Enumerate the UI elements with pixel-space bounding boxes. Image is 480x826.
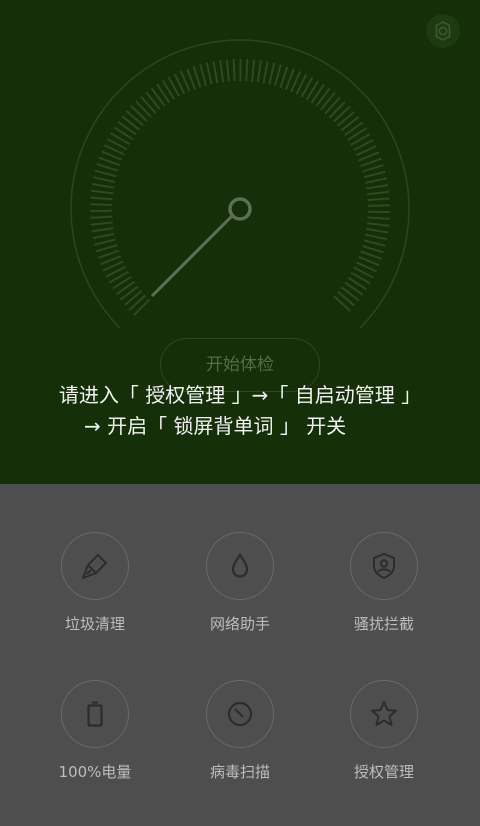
gauge-tick — [125, 110, 144, 127]
gauge-tick — [324, 96, 341, 115]
gauge-tick — [245, 59, 249, 82]
gauge-tick — [365, 177, 388, 184]
gauge-tick — [90, 196, 113, 201]
gauge-tick — [90, 215, 113, 219]
gauge-tick — [365, 233, 388, 241]
gauge-needle — [150, 214, 234, 298]
grid-label: 授权管理 — [353, 763, 414, 781]
gauge-tick — [95, 244, 118, 253]
gauge-tick — [262, 61, 269, 84]
gauge-tick — [367, 190, 390, 196]
grid-label: 垃圾清理 — [64, 615, 125, 633]
gauge-tick — [362, 164, 384, 173]
star-icon — [371, 701, 397, 726]
gauge-tick — [360, 250, 382, 260]
gauge-tick — [336, 111, 355, 127]
gauge-tick — [366, 184, 389, 190]
gauge-tick — [124, 290, 143, 306]
gauge-tick — [96, 163, 119, 172]
gauge-tick — [268, 62, 276, 85]
gauge-tick — [337, 290, 356, 307]
block-circle[interactable] — [350, 532, 418, 600]
grid-label: 网络助手 — [209, 615, 270, 633]
gauge-tick — [225, 59, 230, 82]
gauge-tick — [91, 227, 114, 233]
battery-icon — [87, 701, 103, 727]
gauge-tick — [360, 157, 382, 168]
grid-label: 骚扰拦截 — [353, 615, 414, 633]
grid-item-cleanup[interactable]: 垃圾清理 — [25, 532, 165, 634]
gauge-tick — [333, 295, 351, 312]
grid-item-permissions[interactable]: 授权管理 — [314, 680, 454, 782]
gauge-tick — [212, 61, 219, 84]
gauge-tick — [133, 298, 151, 316]
drop-icon — [231, 553, 249, 578]
gauge-tick — [340, 116, 360, 132]
gauge-tick — [135, 100, 152, 118]
gauge-tick — [232, 59, 236, 82]
gauge-tick — [273, 64, 282, 87]
gauge-tick — [328, 101, 346, 119]
grid-item-network[interactable]: 网络助手 — [170, 532, 310, 634]
gauge-tick — [92, 232, 115, 240]
gauge-hub — [228, 197, 252, 221]
gauge-tick — [90, 203, 113, 206]
gauge-tick — [98, 156, 121, 167]
gauge-tick — [121, 115, 141, 131]
gauge-tick — [366, 228, 389, 234]
grid-item-block-harassment[interactable]: 骚扰拦截 — [314, 532, 454, 634]
gauge-tick — [192, 65, 202, 88]
gauge-tick — [320, 92, 336, 111]
gauge-tick — [90, 221, 113, 226]
broom-icon — [82, 554, 107, 579]
gauge-tick — [90, 189, 114, 195]
gauge-tick — [94, 169, 117, 178]
gauge-tick — [97, 249, 120, 259]
gauge-tick — [256, 60, 262, 83]
security-main-panel: 开始体检 请进入「 授权管理 」→「 自启动管理 」 → 开启「 锁屏背单词 」… — [0, 0, 480, 484]
gauge-tick — [367, 197, 390, 202]
network-circle[interactable] — [206, 532, 274, 600]
grid-label: 100%电量 — [58, 763, 132, 781]
scan-icon — [227, 701, 253, 727]
instruction-line-1: 请进入「 授权管理 」→「 自启动管理 」 — [58, 383, 422, 407]
gauge-tick — [130, 105, 148, 122]
gauge-tick — [93, 176, 116, 183]
grid-label: 病毒扫描 — [209, 763, 270, 781]
shield-person-icon — [373, 552, 395, 580]
gauge-tick — [279, 66, 289, 88]
gauge-tick — [367, 204, 391, 207]
instruction-line-2: → 开启「 锁屏背单词 」 开关 — [84, 414, 347, 438]
battery-circle[interactable] — [61, 680, 129, 748]
gauge-tick — [362, 245, 384, 254]
gauge-tick — [367, 222, 390, 227]
gauge-tick — [119, 285, 139, 301]
scan-circle[interactable] — [206, 680, 274, 748]
grid-item-virus-scan[interactable]: 病毒扫描 — [170, 680, 310, 782]
gauge-tick — [363, 239, 386, 247]
gauge-tick — [91, 183, 114, 189]
grid-item-battery[interactable]: 100%电量 — [25, 680, 165, 782]
gauge-tick — [128, 294, 147, 311]
gauge-tick — [219, 60, 225, 83]
gauge-tick — [145, 91, 161, 110]
gauge-tick — [199, 64, 207, 86]
gauge-tick — [140, 95, 157, 114]
cleanup-circle[interactable] — [61, 532, 129, 600]
gauge-tick — [94, 238, 116, 246]
gauge-tick — [363, 170, 386, 179]
gauge-tick — [205, 62, 213, 85]
gauge-tick — [332, 105, 351, 123]
gauge-tick — [251, 59, 256, 82]
gauge-tick — [367, 216, 390, 220]
permissions-circle[interactable] — [350, 680, 418, 748]
